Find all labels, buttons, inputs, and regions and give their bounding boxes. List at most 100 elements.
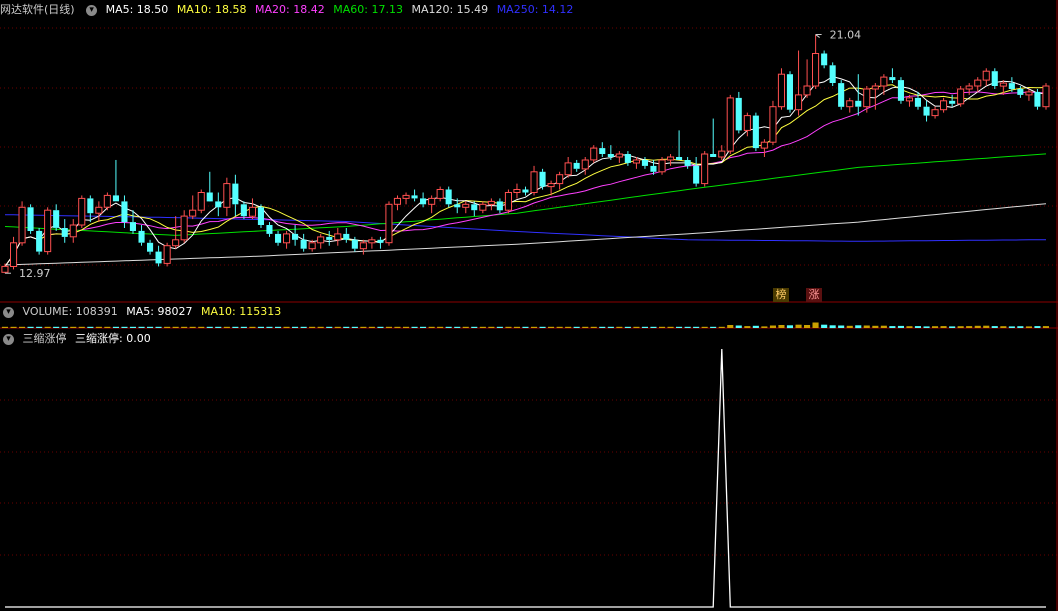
- volume-bar[interactable]: [693, 326, 700, 328]
- volume-bar[interactable]: [676, 326, 683, 328]
- candlestick[interactable]: [760, 139, 768, 157]
- candlestick[interactable]: [718, 145, 726, 160]
- candlestick[interactable]: [949, 94, 956, 107]
- candlestick[interactable]: [436, 186, 444, 202]
- candlestick[interactable]: [991, 68, 998, 89]
- volume-bar[interactable]: [95, 326, 102, 328]
- candlestick[interactable]: [676, 130, 683, 160]
- volume-bar[interactable]: [923, 326, 930, 328]
- volume-bar[interactable]: [531, 326, 538, 328]
- candlestick[interactable]: [385, 201, 393, 246]
- volume-bar[interactable]: [240, 326, 247, 328]
- volume-bar[interactable]: [846, 325, 853, 328]
- candlestick[interactable]: [445, 186, 452, 208]
- volume-bar[interactable]: [1034, 326, 1041, 328]
- candlestick[interactable]: [232, 174, 239, 217]
- candlestick[interactable]: [522, 186, 529, 196]
- volume-bar[interactable]: [872, 325, 879, 328]
- candlestick[interactable]: [206, 171, 213, 202]
- volume-bar[interactable]: [522, 326, 529, 328]
- volume-bar[interactable]: [10, 326, 17, 328]
- volume-bar[interactable]: [368, 326, 375, 328]
- indicator-series-line[interactable]: [5, 348, 1046, 608]
- volume-bar[interactable]: [437, 326, 444, 328]
- volume-bar[interactable]: [27, 326, 34, 328]
- volume-bar[interactable]: [914, 326, 921, 328]
- candlestick[interactable]: [240, 201, 247, 220]
- volume-bar[interactable]: [505, 326, 512, 328]
- volume-bar[interactable]: [829, 325, 836, 329]
- volume-bar[interactable]: [257, 326, 264, 328]
- volume-bar[interactable]: [343, 326, 350, 328]
- candlestick[interactable]: [53, 204, 60, 231]
- volume-bar[interactable]: [957, 326, 964, 328]
- volume-bar[interactable]: [309, 326, 316, 328]
- volume-bar[interactable]: [889, 326, 896, 328]
- volume-bar[interactable]: [659, 326, 666, 328]
- candlestick[interactable]: [487, 198, 495, 211]
- candlesticks[interactable]: [1, 34, 1050, 274]
- candlestick[interactable]: [667, 154, 675, 166]
- volume-bar[interactable]: [565, 326, 572, 328]
- candlestick[interactable]: [940, 97, 948, 113]
- volume-bar[interactable]: [471, 326, 478, 328]
- volume-bar[interactable]: [812, 322, 819, 329]
- volume-bar[interactable]: [215, 326, 222, 328]
- candlestick[interactable]: [496, 198, 503, 214]
- candlestick[interactable]: [180, 210, 188, 243]
- candlestick[interactable]: [479, 201, 487, 214]
- candlestick[interactable]: [36, 227, 43, 255]
- volume-bar[interactable]: [198, 326, 205, 328]
- volume-bar[interactable]: [718, 326, 725, 328]
- candlestick[interactable]: [428, 195, 436, 214]
- candlestick[interactable]: [641, 157, 648, 169]
- candlestick[interactable]: [1025, 88, 1033, 101]
- candlestick[interactable]: [931, 106, 939, 119]
- candlestick[interactable]: [300, 233, 307, 252]
- volume-bar[interactable]: [949, 326, 956, 328]
- candlestick[interactable]: [377, 236, 384, 249]
- candlestick[interactable]: [393, 195, 401, 211]
- volume-bar[interactable]: [880, 325, 887, 328]
- candlestick[interactable]: [163, 242, 171, 267]
- volume-bar[interactable]: [838, 325, 845, 329]
- candlestick[interactable]: [726, 94, 734, 155]
- candlestick[interactable]: [777, 68, 786, 110]
- candlestick[interactable]: [266, 222, 273, 237]
- volume-bar[interactable]: [1000, 326, 1007, 328]
- candlestick[interactable]: [803, 59, 811, 98]
- volume-bar[interactable]: [479, 326, 486, 328]
- volume-bar[interactable]: [769, 325, 776, 329]
- volume-bar[interactable]: [223, 326, 230, 328]
- candlestick[interactable]: [821, 50, 828, 69]
- candlestick[interactable]: [530, 165, 538, 196]
- volume-bar[interactable]: [1042, 326, 1049, 328]
- candlestick[interactable]: [317, 233, 325, 249]
- volume-bar[interactable]: [795, 324, 802, 328]
- candlestick[interactable]: [138, 225, 145, 246]
- volume-bar[interactable]: [786, 325, 793, 329]
- volume-bar[interactable]: [326, 326, 333, 328]
- volume-bar[interactable]: [283, 326, 290, 328]
- volume-bar[interactable]: [744, 326, 751, 328]
- volume-bar[interactable]: [411, 326, 418, 328]
- candlestick[interactable]: [10, 236, 18, 270]
- candlestick[interactable]: [189, 195, 197, 220]
- candlestick[interactable]: [402, 192, 410, 205]
- volume-bar[interactable]: [983, 325, 990, 328]
- volume-bar[interactable]: [394, 326, 401, 328]
- rank-badge[interactable]: 榜: [773, 288, 789, 302]
- volume-bar[interactable]: [300, 326, 307, 328]
- candlestick[interactable]: [112, 159, 119, 202]
- candlestick[interactable]: [411, 189, 418, 202]
- volume-bar[interactable]: [974, 325, 981, 328]
- candlestick[interactable]: [880, 74, 888, 95]
- volume-bar[interactable]: [189, 326, 196, 328]
- volume-bar[interactable]: [172, 326, 179, 328]
- candlestick[interactable]: [257, 204, 264, 228]
- candlestick[interactable]: [215, 192, 222, 217]
- volume-bar[interactable]: [804, 325, 811, 328]
- volume-bar[interactable]: [590, 326, 597, 328]
- candlestick[interactable]: [95, 201, 103, 223]
- candlestick[interactable]: [846, 97, 854, 113]
